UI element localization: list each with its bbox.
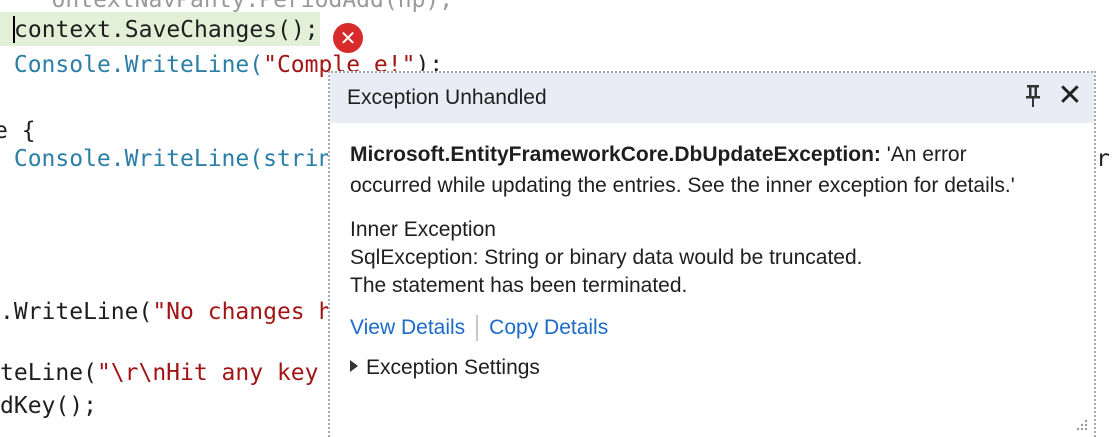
inner-exception-title: Inner Exception <box>350 218 496 241</box>
code-line-hit-any-key: teLine("\r\nHit any key <box>0 360 333 386</box>
close-icon[interactable]: ✕ <box>1056 81 1084 111</box>
code-line-no-changes: .WriteLine("No changes h <box>0 299 333 325</box>
code-line-overflow: r <box>1096 146 1110 172</box>
expand-triangle-icon <box>350 360 358 373</box>
code-line-save-changes: context.SaveChanges(); <box>14 17 319 43</box>
copy-details-link[interactable]: Copy Details <box>489 316 608 339</box>
exception-message: Microsoft.EntityFrameworkCore.DbUpdateEx… <box>350 139 1050 201</box>
pin-icon[interactable] <box>1024 83 1042 109</box>
inner-exception: Inner Exception SqlException: String or … <box>350 216 1050 300</box>
popup-body: Microsoft.EntityFrameworkCore.DbUpdateEx… <box>350 139 1050 382</box>
code-line-readkey: dKey(); <box>0 393 97 419</box>
code-line-console-string: Console.WriteLine(strin <box>0 146 333 172</box>
code-line-else: e { <box>0 118 36 144</box>
exception-settings-toggle[interactable]: Exception Settings <box>350 354 1050 382</box>
popup-header: Exception Unhandled ✕ <box>330 73 1094 123</box>
view-details-link[interactable]: View Details <box>350 316 465 339</box>
inner-exception-line2: The statement has been terminated. <box>350 274 688 297</box>
exception-popup: Exception Unhandled ✕ Microsoft.EntityFr… <box>328 71 1096 437</box>
text-caret <box>13 16 15 43</box>
code-line-partial: ontextNavPanty.PeriodAdd(np); <box>10 0 454 13</box>
error-x-icon[interactable]: ✕ <box>333 23 363 53</box>
inner-exception-line1: SqlException: String or binary data woul… <box>350 246 863 269</box>
details-links: View Details Copy Details <box>350 314 1050 342</box>
link-separator <box>476 315 479 342</box>
exception-type: Microsoft.EntityFrameworkCore.DbUpdateEx… <box>350 143 881 166</box>
exception-settings-label: Exception Settings <box>366 356 540 379</box>
resize-grip-icon[interactable] <box>1074 417 1088 431</box>
popup-title: Exception Unhandled <box>347 86 547 109</box>
